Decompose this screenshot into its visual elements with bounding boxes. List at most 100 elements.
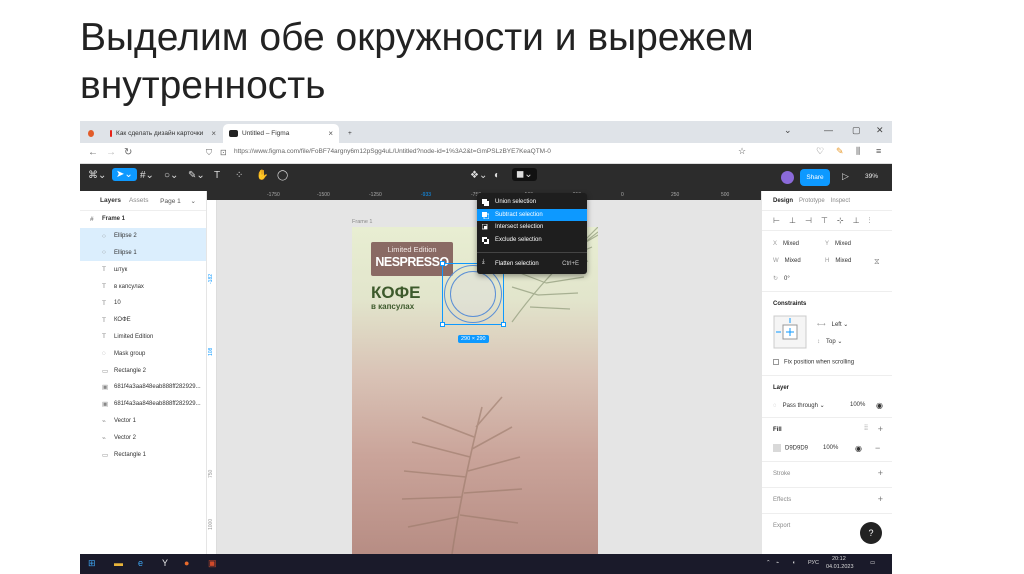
notifications-icon[interactable]: ▭ — [870, 560, 875, 566]
browser-tab-youtube[interactable]: Как сделать дизайн карточки × — [104, 124, 222, 143]
reload-icon[interactable]: ↻ — [124, 147, 132, 158]
fix-position-checkbox[interactable]: Fix position when scrolling — [773, 359, 854, 366]
menu-item-flatten[interactable]: ⤓ Flatten selection Ctrl+E — [477, 257, 587, 270]
new-tab-button[interactable]: + — [342, 124, 358, 143]
limited-edition-badge[interactable]: Limited Edition NESPRESSO — [371, 242, 453, 276]
coffee-heading[interactable]: КОФЕ — [371, 283, 420, 303]
extension-icon[interactable]: ✎ — [836, 146, 844, 157]
resources-icon[interactable]: ⁘ — [235, 170, 243, 181]
ellipse-inner[interactable] — [450, 271, 496, 317]
layer-item[interactable]: ⌁ Vector 1 — [80, 413, 206, 430]
network-icon[interactable]: ⌁ — [776, 560, 779, 566]
constraints-widget[interactable] — [773, 315, 807, 349]
eye-icon[interactable]: ◉ — [855, 444, 862, 453]
component-icon[interactable]: ❖⌄ — [470, 170, 487, 181]
page-selector[interactable]: Page 1 ⌄ — [160, 197, 196, 205]
pen-tool-icon[interactable]: ✎⌄ — [188, 170, 205, 181]
clock-time[interactable]: 20:12 — [832, 556, 846, 562]
volume-icon[interactable]: ◖ — [792, 560, 795, 566]
layer-opacity[interactable]: 100% — [850, 402, 865, 408]
x-field[interactable]: X Mixed — [773, 241, 799, 247]
rotation-field[interactable]: ↻ 0° — [773, 275, 790, 282]
url-field[interactable]: https://www.figma.com/file/FoBF74argny6m… — [234, 148, 551, 155]
blend-mode-select[interactable]: ◌ Pass through ⌄ — [773, 402, 825, 409]
add-stroke-icon[interactable]: + — [878, 468, 883, 478]
menu-icon[interactable]: ≡ — [876, 146, 881, 156]
layer-item[interactable]: ○ Ellipse 1 — [80, 244, 206, 262]
layer-item[interactable]: Tв капсулах — [80, 278, 206, 295]
fill-opacity[interactable]: 100% — [823, 445, 838, 451]
layer-item[interactable]: ▭ Rectangle 1 — [80, 446, 206, 463]
maximize-button[interactable]: ▢ — [852, 125, 861, 136]
share-button[interactable]: Share — [800, 169, 830, 186]
chevron-down-icon[interactable]: ⌄ — [784, 125, 792, 136]
menu-item-intersect[interactable]: Intersect selection — [477, 221, 587, 234]
edge-icon[interactable]: e — [138, 558, 143, 568]
capsules-text[interactable]: в капсулах — [371, 302, 414, 311]
layer-item[interactable]: ⌁ Vector 2 — [80, 429, 206, 446]
layer-frame[interactable]: # Frame 1 — [80, 211, 206, 228]
add-effect-icon[interactable]: + — [878, 494, 883, 504]
zoom-level[interactable]: 39% — [865, 173, 878, 180]
constraint-horizontal[interactable]: ⟷ Left ⌄ — [817, 321, 848, 328]
h-field[interactable]: H Mixed — [825, 258, 851, 264]
constraint-vertical[interactable]: ↕ Top ⌄ — [817, 338, 842, 345]
product-card-frame[interactable]: Limited Edition NESPRESSO КОФЕ в капсула… — [352, 227, 598, 554]
align-bottom-icon[interactable]: ⊥ — [853, 216, 860, 225]
help-button[interactable]: ? — [860, 522, 882, 544]
powerpoint-icon[interactable]: ▣ — [208, 558, 217, 569]
align-top-icon[interactable]: ⊤ — [821, 216, 828, 225]
layer-item[interactable]: Tштук — [80, 261, 206, 278]
tab-design[interactable]: Design — [773, 198, 793, 204]
comment-tool-icon[interactable]: ◯ — [277, 170, 288, 181]
yandex-browser-icon[interactable]: Y — [162, 558, 168, 568]
move-tool-icon[interactable]: ➤⌄ — [112, 168, 137, 181]
resize-handle[interactable] — [440, 322, 445, 327]
browser-tab-figma[interactable]: Untitled – Figma × — [223, 124, 339, 143]
menu-item-union[interactable]: Union selection — [477, 196, 587, 209]
tab-layers[interactable]: Layers — [100, 197, 121, 204]
close-icon[interactable]: × — [320, 129, 333, 138]
layer-item[interactable]: T 10 — [80, 295, 206, 312]
align-right-icon[interactable]: ⊣ — [805, 216, 812, 225]
firefox-icon[interactable]: ● — [184, 558, 189, 568]
back-icon[interactable]: ← — [88, 147, 98, 158]
text-tool-icon[interactable]: T — [214, 170, 220, 181]
resize-handle[interactable] — [501, 322, 506, 327]
y-field[interactable]: Y Mixed — [825, 241, 851, 247]
fill-row[interactable]: D9D9D9 — [773, 444, 808, 452]
w-field[interactable]: W Mixed — [773, 258, 801, 264]
distribute-icon[interactable]: ⫶ — [869, 216, 871, 226]
present-icon[interactable]: ▷ — [842, 171, 849, 182]
tab-assets[interactable]: Assets — [129, 197, 149, 204]
windows-start-icon[interactable]: ⊞ — [88, 558, 96, 569]
tab-inspect[interactable]: Inspect — [831, 198, 850, 204]
hand-tool-icon[interactable]: ✋ — [256, 170, 268, 181]
style-grid-icon[interactable]: ⁞⁞ — [864, 425, 868, 432]
file-explorer-icon[interactable]: ▬ — [114, 558, 123, 568]
menu-item-subtract[interactable]: Subtract selection — [477, 208, 587, 222]
keyboard-language[interactable]: РУС — [808, 560, 819, 566]
add-fill-icon[interactable]: + — [878, 424, 883, 434]
shape-tool-icon[interactable]: ○⌄ — [164, 170, 178, 181]
minimize-button[interactable]: — — [824, 125, 833, 135]
mask-icon[interactable]: ◐ — [494, 170, 500, 181]
constrain-proportions-icon[interactable]: ⧖ — [874, 257, 880, 267]
close-icon[interactable]: × — [203, 129, 216, 138]
resize-handle[interactable] — [440, 261, 445, 266]
layer-item[interactable]: ▭ Rectangle 2 — [80, 362, 206, 379]
layer-item[interactable]: ◌ Mask group — [80, 345, 206, 362]
avatar[interactable] — [781, 171, 794, 184]
layer-item[interactable]: ▣ 681f4a3aa848eab888ff282929... — [80, 379, 206, 396]
remove-fill-icon[interactable]: − — [875, 443, 880, 453]
tab-prototype[interactable]: Prototype — [799, 198, 825, 204]
align-left-icon[interactable]: ⊢ — [773, 216, 780, 225]
eye-icon[interactable]: ◉ — [876, 401, 883, 410]
layer-item[interactable]: T КОФЕ — [80, 312, 206, 329]
fill-swatch[interactable] — [773, 444, 781, 452]
menu-item-exclude[interactable]: Exclude selection — [477, 234, 587, 247]
align-hcenter-icon[interactable]: ⊥ — [789, 216, 796, 225]
main-menu-icon[interactable]: ⌘⌄ — [88, 170, 106, 181]
bookmark-star-icon[interactable]: ☆ — [738, 146, 746, 157]
window-close-button[interactable]: ✕ — [876, 125, 884, 136]
